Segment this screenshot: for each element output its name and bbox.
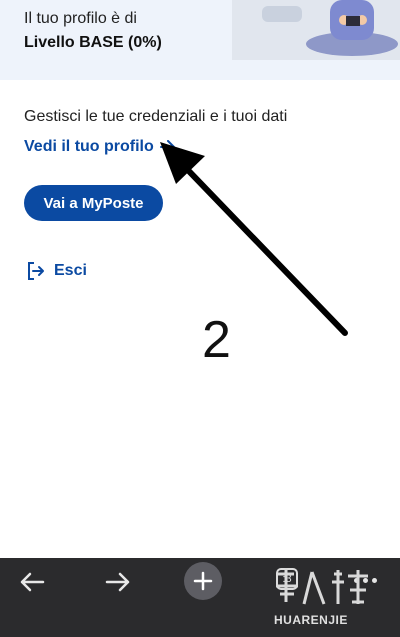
logout-icon	[28, 262, 44, 280]
annotation-step-number: 2	[202, 311, 231, 369]
banner-text: Il tuo profilo è di Livello BASE (0%)	[24, 8, 162, 56]
view-profile-link[interactable]: Vedi il tuo profilo	[24, 138, 176, 156]
annotation-arrow	[160, 142, 348, 336]
logout-label: Esci	[54, 262, 87, 279]
logout-link[interactable]: Esci	[26, 261, 87, 281]
chevron-right-icon	[159, 140, 175, 154]
profile-level-intro: Il tuo profilo è di	[24, 10, 137, 27]
new-tab-plus-icon[interactable]	[184, 562, 222, 600]
forward-arrow-icon[interactable]	[102, 566, 134, 598]
view-profile-label: Vedi il tuo profilo	[24, 138, 154, 155]
person-illustration	[232, 0, 400, 60]
go-to-myposte-button[interactable]: Vai a MyPoste	[24, 185, 163, 221]
manage-credentials-text: Gestisci le tue credenziali e i tuoi dat…	[24, 108, 288, 125]
profile-level-banner: Il tuo profilo è di Livello BASE (0%)	[0, 0, 400, 80]
watermark-text: HUARENJIE	[274, 613, 348, 627]
back-arrow-icon[interactable]	[16, 566, 48, 598]
profile-level-value: Livello BASE (0%)	[24, 34, 162, 51]
credentials-section: Gestisci le tue credenziali e i tuoi dat…	[24, 106, 384, 155]
